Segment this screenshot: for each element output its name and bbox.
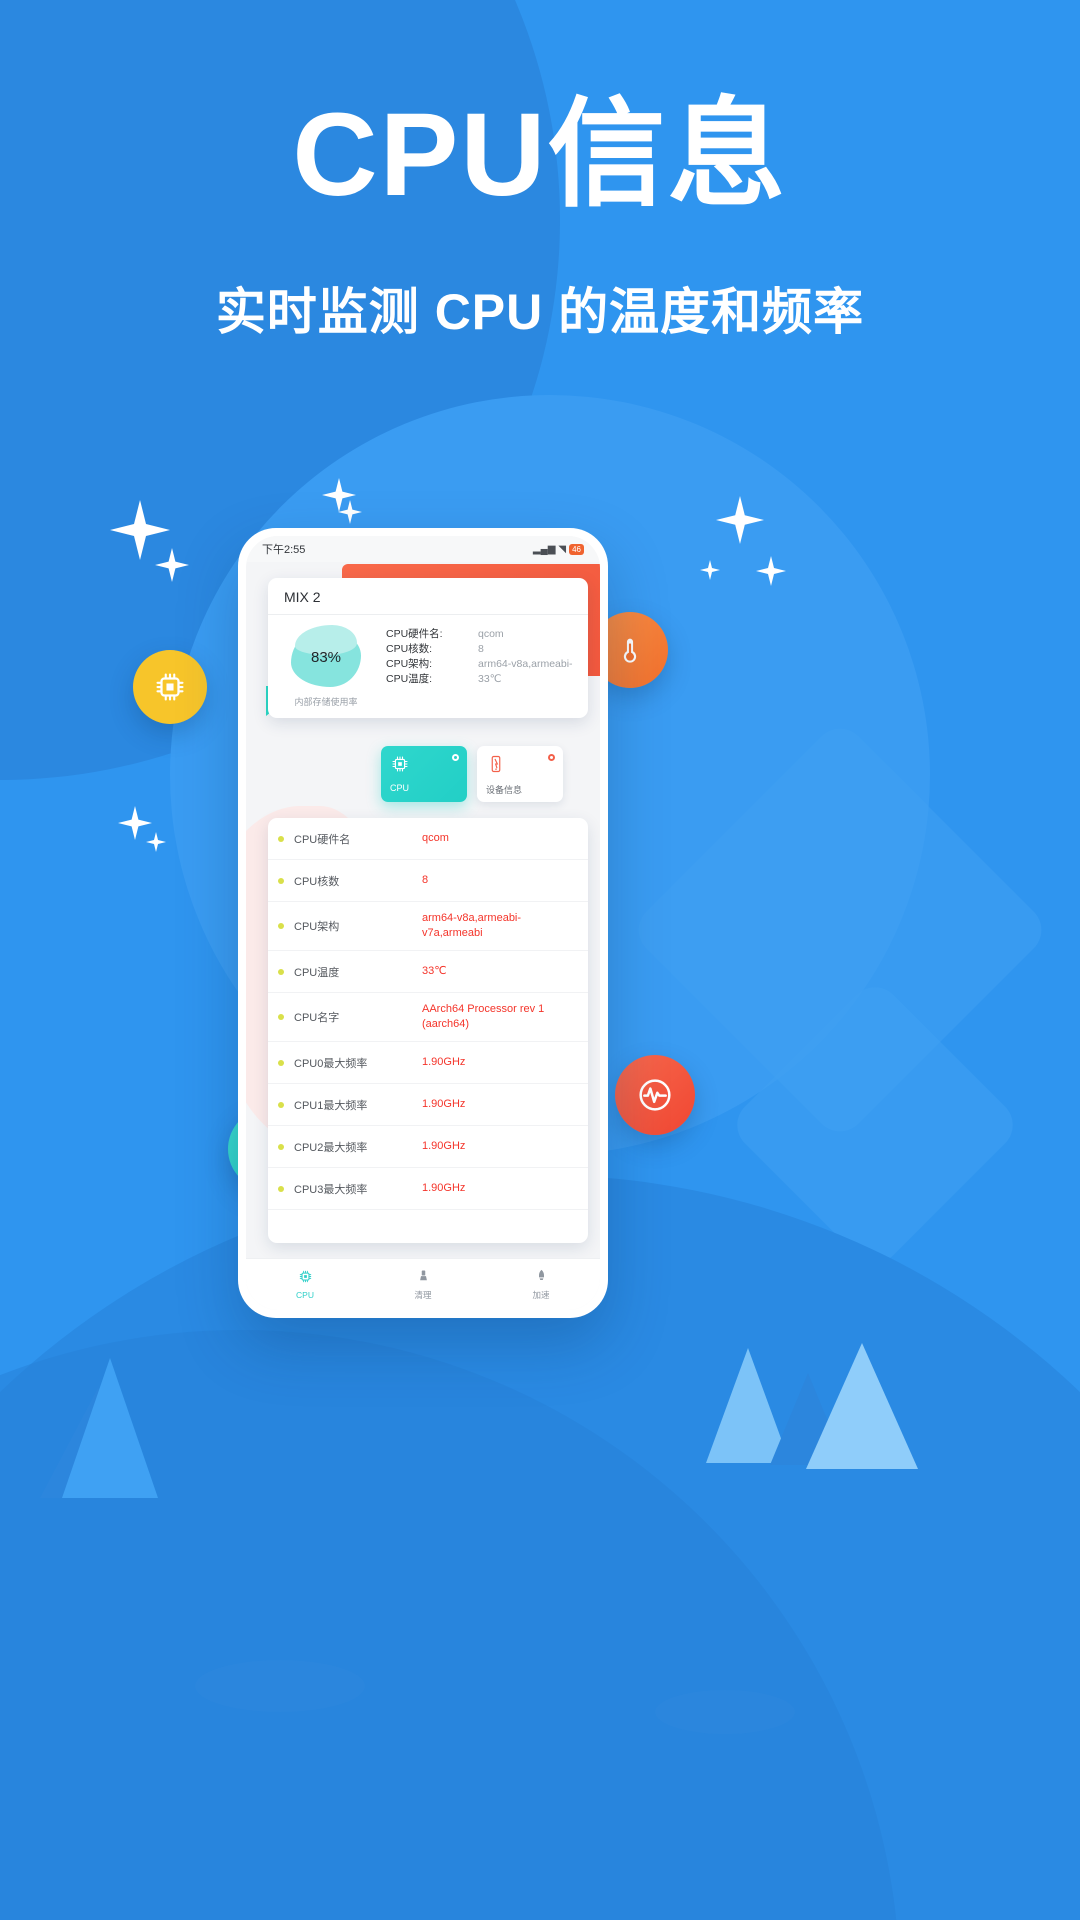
nav-label: 加速 xyxy=(532,1290,550,1300)
pulse-icon xyxy=(639,1079,671,1111)
status-bar-time: 下午2:55 xyxy=(262,544,306,556)
summary-field: CPU硬件名: qcom xyxy=(386,627,574,642)
cpu-chip-badge xyxy=(133,650,207,724)
cpu-chip-icon xyxy=(392,756,408,772)
tab-status-dot xyxy=(452,754,459,761)
row-value: 8 xyxy=(422,874,429,886)
row-key: CPU1最大频率 xyxy=(294,1099,368,1112)
mountain-left-front xyxy=(62,1355,158,1498)
bullet-icon xyxy=(278,1014,284,1020)
summary-card-body: 83% 内部存储使用率 CPU硬件名: qcom CPU核数: 8 CPU架构:… xyxy=(268,615,588,718)
cpu-chip-icon xyxy=(298,1269,313,1287)
row-value: 1.90GHz xyxy=(422,1056,466,1068)
summary-field-key: CPU硬件名: xyxy=(386,628,443,640)
bullet-icon xyxy=(278,877,284,884)
summary-field: CPU温度: 33℃ xyxy=(386,672,574,687)
page-subtitle: 实时监测 CPU 的温度和频率 xyxy=(215,284,865,340)
bullet-icon xyxy=(278,1059,284,1066)
table-row: CPU架构 arm64-v8a,armeabi-v7a,armeabi xyxy=(268,902,588,951)
summary-field-key: CPU核数: xyxy=(386,643,433,655)
device-info-icon xyxy=(491,755,501,773)
poster-canvas: CPU信息 实时监测 CPU 的温度和频率 下午2:55 ▂▄▆ ◥ 46 MI… xyxy=(0,0,1080,1920)
row-key: CPU名字 xyxy=(294,1012,340,1024)
ground-shadow-left xyxy=(195,1660,365,1712)
cpu-chip-icon xyxy=(156,673,184,701)
status-bar-indicators: ▂▄▆ ◥ 46 xyxy=(532,543,584,555)
tab-device-info[interactable]: 设备信息 xyxy=(477,746,563,802)
battery-level: 46 xyxy=(569,543,584,555)
row-value: 1.90GHz xyxy=(422,1098,466,1110)
bullet-icon xyxy=(278,1101,284,1108)
tab-status-dot xyxy=(548,754,555,761)
bullet-icon xyxy=(278,968,284,975)
nav-item-cpu[interactable]: CPU xyxy=(246,1259,364,1310)
signal-icon: ▂▄▆ xyxy=(532,543,556,555)
summary-field-key: CPU温度: xyxy=(386,673,433,685)
thermometer-icon xyxy=(623,638,637,663)
mountain-right-front xyxy=(806,1340,918,1469)
storage-gauge-chart: 83% xyxy=(289,625,363,689)
sparkle-icon-8 xyxy=(118,806,152,840)
table-row: CPU1最大频率 1.90GHz xyxy=(268,1084,588,1126)
nav-item-boost[interactable]: 加速 xyxy=(482,1259,600,1310)
summary-field: CPU架构: arm64-v8a,armeabi- xyxy=(386,657,574,672)
table-row: CPU名字 AArch64 Processor rev 1 (aarch64) xyxy=(268,993,588,1042)
tab-cpu[interactable]: CPU xyxy=(381,746,467,802)
tab-label: 设备信息 xyxy=(486,785,523,795)
nav-label: CPU xyxy=(296,1290,314,1300)
row-key: CPU硬件名 xyxy=(294,833,351,846)
nav-label: 清理 xyxy=(414,1290,432,1300)
nav-item-clean[interactable]: 清理 xyxy=(364,1259,482,1310)
pulse-badge xyxy=(615,1055,695,1135)
summary-field: CPU核数: 8 xyxy=(386,642,574,657)
row-value: 1.90GHz xyxy=(422,1182,466,1194)
row-key: CPU3最大频率 xyxy=(294,1183,368,1196)
bottom-navigation: CPU 清理 加速 xyxy=(246,1258,600,1310)
row-key: CPU温度 xyxy=(294,966,340,979)
summary-field-list: CPU硬件名: qcom CPU核数: 8 CPU架构: arm64-v8a,a… xyxy=(386,625,574,708)
row-value: arm64-v8a,armeabi-v7a,armeabi xyxy=(422,912,522,939)
category-tabs: CPU 设备信息 xyxy=(381,746,563,802)
row-value: 1.90GHz xyxy=(422,1140,466,1152)
sparkle-icon-9 xyxy=(146,832,166,852)
table-row: CPU2最大频率 1.90GHz xyxy=(268,1126,588,1168)
summary-field-value: arm64-v8a,armeabi- xyxy=(478,658,573,670)
row-key: CPU0最大频率 xyxy=(294,1057,368,1070)
ground-shadow-right xyxy=(655,1690,795,1734)
summary-field-value: 8 xyxy=(478,643,484,655)
bullet-icon xyxy=(278,1143,284,1150)
bullet-icon xyxy=(278,1185,284,1192)
bullet-icon xyxy=(278,835,284,842)
row-value: AArch64 Processor rev 1 (aarch64) xyxy=(422,1003,545,1030)
row-value: qcom xyxy=(422,832,449,844)
storage-usage-value: 83% xyxy=(310,648,342,666)
row-key: CPU2最大频率 xyxy=(294,1141,368,1154)
summary-field-value: 33℃ xyxy=(478,673,502,685)
phone-mockup: 下午2:55 ▂▄▆ ◥ 46 MIX 2 83% 内部存储使用率 CPU硬件名… xyxy=(238,528,608,1318)
wifi-icon: ◥ xyxy=(558,543,567,555)
table-row: CPU0最大频率 1.90GHz xyxy=(268,1042,588,1084)
phone-screen: 下午2:55 ▂▄▆ ◥ 46 MIX 2 83% 内部存储使用率 CPU硬件名… xyxy=(246,536,600,1310)
status-bar: 下午2:55 ▂▄▆ ◥ 46 xyxy=(246,536,600,562)
summary-field-value: qcom xyxy=(478,628,504,640)
rocket-icon xyxy=(534,1268,549,1286)
table-row: CPU硬件名 qcom xyxy=(268,818,588,860)
cpu-details-list[interactable]: CPU硬件名 qcom CPU核数 8 CPU架构 arm64-v8a,arme… xyxy=(268,818,588,1243)
row-key: CPU架构 xyxy=(294,921,340,933)
bullet-icon xyxy=(278,923,284,929)
summary-card: MIX 2 83% 内部存储使用率 CPU硬件名: qcom CPU核数: 8 … xyxy=(268,578,588,718)
broom-icon xyxy=(416,1268,431,1286)
summary-field-key: CPU架构: xyxy=(386,658,433,670)
table-row: CPU温度 33℃ xyxy=(268,951,588,993)
page-title: CPU信息 xyxy=(292,89,788,221)
row-key: CPU核数 xyxy=(294,875,340,888)
device-name: MIX 2 xyxy=(268,578,588,615)
storage-usage-label: 内部存储使用率 xyxy=(294,697,358,707)
table-row: CPU核数 8 xyxy=(268,860,588,902)
storage-gauge: 83% 内部存储使用率 xyxy=(278,625,374,708)
table-row: CPU3最大频率 1.90GHz xyxy=(268,1168,588,1210)
row-value: 33℃ xyxy=(422,965,447,977)
tab-label: CPU xyxy=(390,783,410,793)
